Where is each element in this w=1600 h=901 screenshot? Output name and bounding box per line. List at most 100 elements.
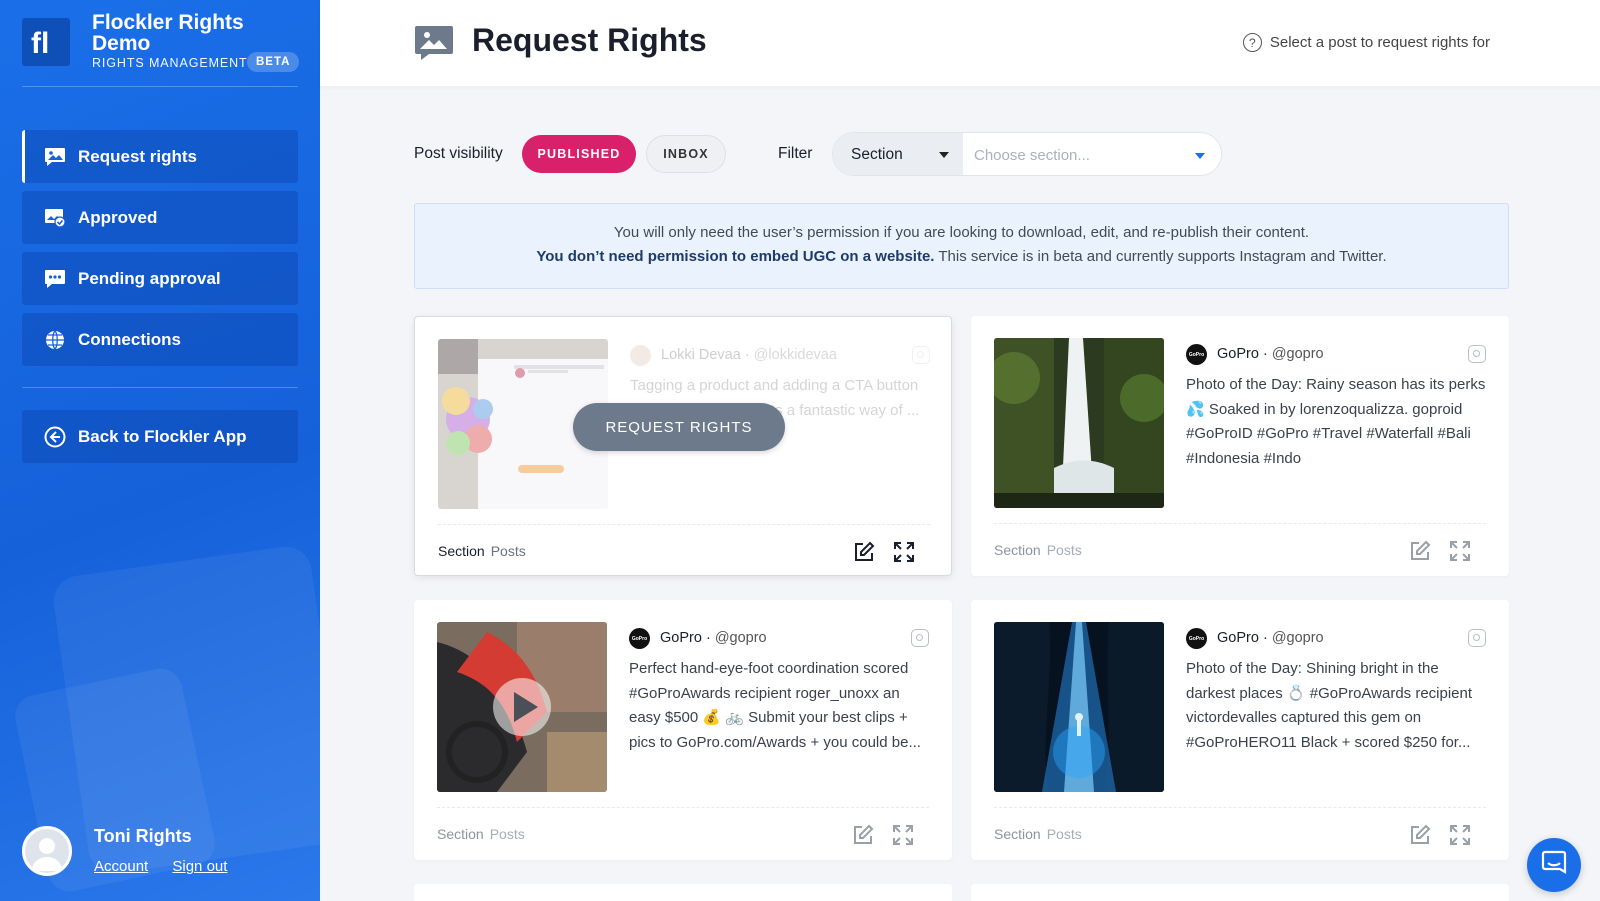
caret-down-icon (939, 152, 949, 158)
author-name: GoPro (660, 630, 702, 646)
section-key: Section (994, 826, 1041, 842)
back-to-app-label: Back to Flockler App (78, 426, 247, 446)
back-arrow-icon (44, 426, 66, 448)
edit-icon[interactable] (1409, 540, 1431, 562)
sidebar-item-approved[interactable]: Approved (22, 191, 298, 244)
beta-badge: BETA (247, 52, 300, 72)
brand: fl Flockler Rights Demo RIGHTS MANAGEMEN… (22, 12, 300, 86)
section-value: Posts (489, 826, 525, 842)
post-card[interactable]: GoPro GoPro · @gopro Perfect hand-eye-fo… (414, 600, 952, 860)
card-footer: Section Posts (437, 807, 929, 845)
edit-icon[interactable] (1409, 824, 1431, 846)
post-card[interactable]: GoPro GoPro · @gopro Photo of the Day: R… (971, 316, 1509, 576)
section-info: Section Posts (994, 542, 1082, 558)
avatar[interactable] (22, 826, 72, 876)
section-info: Section Posts (437, 826, 525, 842)
account-link[interactable]: Account (94, 858, 148, 875)
author-name: GoPro (1217, 630, 1259, 646)
card-footer: Section Posts (994, 523, 1486, 561)
filter-bar: Post visibility PUBLISHED INBOX Filter S… (414, 132, 1234, 176)
post-author: Lokki Devaa · @lokkidevaa (661, 347, 837, 363)
post-author: GoPro · @gopro (660, 630, 767, 646)
section-info: Section Posts (438, 543, 526, 559)
chat-button[interactable] (1527, 838, 1581, 892)
post-author: GoPro · @gopro (1217, 630, 1324, 646)
published-toggle[interactable]: PUBLISHED (522, 135, 636, 173)
post-meta: GoPro GoPro · @gopro (1186, 342, 1486, 368)
post-card[interactable] (414, 884, 952, 901)
section-value: Posts (1046, 542, 1082, 558)
instagram-icon (1468, 629, 1486, 647)
info-bold: You don’t need permission to embed UGC o… (536, 248, 935, 265)
post-author: GoPro · @gopro (1217, 346, 1324, 362)
info-line-2: You don’t need permission to embed UGC o… (415, 245, 1508, 269)
chat-dots-icon (44, 268, 66, 290)
divider (22, 387, 298, 388)
back-to-app-button[interactable]: Back to Flockler App (22, 410, 298, 463)
author-handle: @gopro (1271, 346, 1324, 362)
author-avatar: GoPro (629, 628, 650, 649)
author-avatar: GoPro (1186, 628, 1207, 649)
edit-icon[interactable] (853, 541, 875, 563)
post-card[interactable]: Lokki Devaa · @lokkidevaa Tagging a prod… (414, 316, 952, 576)
section-key: Section (994, 542, 1041, 558)
post-caption: Photo of the Day: Shining bright in the … (1186, 660, 1473, 751)
edit-icon[interactable] (852, 824, 874, 846)
section-key: Section (437, 826, 484, 842)
author-name: GoPro (1217, 346, 1259, 362)
section-key: Section (438, 543, 485, 559)
sidebar-item-pending-approval[interactable]: Pending approval (22, 252, 298, 305)
request-rights-button[interactable]: REQUEST RIGHTS (573, 403, 785, 451)
expand-icon[interactable] (1449, 540, 1471, 562)
post-meta: GoPro GoPro · @gopro (1186, 626, 1486, 652)
brand-subtitle: RIGHTS MANAGEMENT (92, 56, 248, 70)
help-label: Select a post to request rights for (1269, 34, 1490, 51)
user-links: Account Sign out (94, 858, 247, 875)
page-title: Request Rights (472, 22, 707, 58)
post-card[interactable] (971, 884, 1509, 901)
filter-label: Filter (778, 145, 813, 162)
filter-type-value: Section (851, 146, 903, 163)
user-name: Toni Rights (94, 826, 192, 846)
section-info: Section Posts (994, 826, 1082, 842)
post-thumbnail (994, 338, 1164, 508)
image-check-icon (44, 207, 66, 229)
brand-title: Flockler Rights Demo (92, 11, 244, 55)
svg-text:fl: fl (31, 27, 49, 59)
post-card[interactable]: GoPro GoPro · @gopro Photo of the Day: S… (971, 600, 1509, 860)
post-thumbnail (437, 622, 607, 792)
globe-icon (44, 329, 66, 351)
section-value: Posts (490, 543, 526, 559)
sidebar-item-request-rights[interactable]: Request rights (22, 130, 298, 183)
info-notice: You will only need the user’s permission… (414, 203, 1509, 289)
author-handle: @gopro (1271, 630, 1324, 646)
post-caption: Photo of the Day: Rainy season has its p… (1186, 376, 1486, 467)
instagram-icon (912, 346, 930, 364)
post-meta: Lokki Devaa · @lokkidevaa (630, 343, 930, 369)
caret-down-icon[interactable] (1195, 153, 1205, 159)
expand-icon[interactable] (892, 824, 914, 846)
section-filter: Section (832, 132, 1222, 176)
author-avatar: GoPro (1186, 344, 1207, 365)
flockler-logo[interactable]: fl (22, 18, 70, 66)
expand-icon[interactable] (893, 541, 915, 563)
expand-icon[interactable] (1449, 824, 1471, 846)
sidebar-item-label: Pending approval (78, 268, 221, 288)
section-select-input[interactable] (963, 133, 1221, 175)
chat-icon (1541, 850, 1567, 881)
sidebar-item-connections[interactable]: Connections (22, 313, 298, 366)
info-rest: This service is in beta and currently su… (934, 248, 1387, 265)
page-header: Request Rights ? Select a post to reques… (320, 0, 1600, 86)
question-icon: ? (1242, 33, 1262, 52)
sidebar-item-label: Request rights (78, 146, 198, 166)
author-name: Lokki Devaa (661, 347, 741, 363)
author-avatar (630, 345, 651, 366)
inbox-toggle[interactable]: INBOX (646, 135, 726, 173)
filter-type-select[interactable]: Section (833, 133, 963, 175)
instagram-icon (911, 629, 929, 647)
sidebar-item-label: Connections (78, 329, 181, 349)
section-value: Posts (1046, 826, 1082, 842)
card-footer: Section Posts (438, 524, 930, 562)
visibility-label: Post visibility (414, 145, 503, 162)
sign-out-link[interactable]: Sign out (172, 858, 227, 875)
